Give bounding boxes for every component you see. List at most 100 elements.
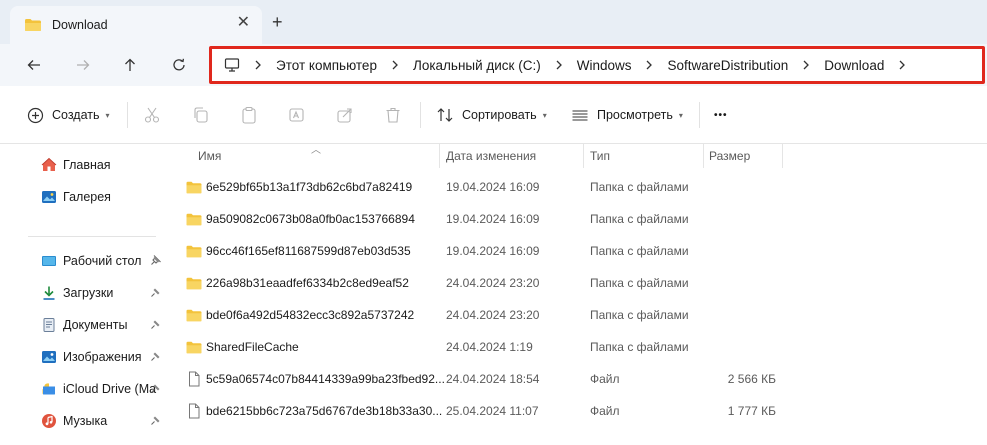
sort-ascending-icon: ︿	[311, 145, 321, 156]
pin-icon[interactable]	[150, 350, 162, 365]
chevron-right-icon[interactable]	[898, 60, 906, 70]
file-date: 19.04.2024 16:09	[446, 212, 540, 226]
sidebar-item-documents[interactable]: Документы	[0, 311, 170, 339]
file-date: 24.04.2024 23:20	[446, 308, 540, 322]
sidebar-item-label: iCloud Drive (Ma	[63, 382, 157, 396]
arrow-up-icon	[125, 58, 135, 71]
sidebar-item-home[interactable]: Главная	[0, 151, 170, 179]
monitor-icon[interactable]	[224, 57, 240, 73]
file-date: 25.04.2024 11:07	[446, 404, 539, 418]
back-button[interactable]	[21, 52, 47, 78]
breadcrumb-this-pc[interactable]: Этот компьютер	[276, 58, 377, 73]
view-button[interactable]: Просмотреть ▾	[571, 103, 683, 127]
copy-button[interactable]	[192, 103, 210, 127]
download-icon	[41, 285, 57, 301]
chevron-right-icon[interactable]	[254, 60, 262, 70]
table-row[interactable]: bde6215bb6c723a75d6767de3b18b33a30... 25…	[176, 395, 987, 427]
breadcrumb-download[interactable]: Download	[824, 58, 884, 73]
cut-button[interactable]	[143, 103, 161, 127]
table-row[interactable]: 6e529bf65b13a1f73db62c6bd7a82419 19.04.2…	[176, 171, 987, 203]
file-type: Папка с файлами	[590, 180, 689, 194]
up-button[interactable]	[117, 52, 143, 78]
file-size	[676, 235, 776, 267]
breadcrumb-softwaredistribution[interactable]: SoftwareDistribution	[667, 58, 788, 73]
file-type: Папка с файлами	[590, 340, 689, 354]
pin-icon[interactable]	[150, 254, 162, 269]
table-row[interactable]: 96cc46f165ef811687599d87eb03d535 19.04.2…	[176, 235, 987, 267]
forward-button[interactable]	[70, 52, 96, 78]
sidebar-item-pictures[interactable]: Изображения	[0, 343, 170, 371]
file-date: 24.04.2024 1:19	[446, 340, 533, 354]
sidebar-item-gallery[interactable]: Галерея	[0, 183, 170, 211]
file-list: ︿ Имя Дата изменения Тип Размер 6e529bf6…	[176, 144, 987, 445]
sidebar-item-downloads[interactable]: Загрузки	[0, 279, 170, 307]
column-divider[interactable]	[782, 144, 783, 168]
file-size	[676, 171, 776, 203]
sidebar-item-label: Загрузки	[63, 286, 114, 300]
clipboard-icon	[242, 106, 256, 124]
column-header-name[interactable]: Имя	[198, 144, 221, 168]
column-divider[interactable]	[439, 144, 440, 168]
folder-icon	[186, 339, 204, 355]
sidebar-item-desktop[interactable]: Рабочий стол	[0, 247, 170, 275]
column-header-size[interactable]: Размер	[709, 144, 750, 168]
file-type: Файл	[590, 372, 620, 386]
chevron-right-icon[interactable]	[645, 60, 653, 70]
file-name-cell: 226a98b31eaadfef6334b2c8ed9eaf52	[186, 267, 409, 299]
sidebar-item-music[interactable]: Музыка	[0, 407, 170, 435]
address-bar[interactable]: Этот компьютер Локальный диск (C:) Windo…	[209, 46, 985, 84]
breadcrumb-windows[interactable]: Windows	[577, 58, 632, 73]
file-name: 5c59a06574c07b84414339a99ba23fbed92...	[206, 372, 445, 386]
file-date: 24.04.2024 23:20	[446, 276, 540, 290]
copy-icon	[194, 107, 208, 123]
pin-icon[interactable]	[150, 286, 162, 301]
delete-button[interactable]	[384, 103, 402, 127]
refresh-button[interactable]	[166, 52, 192, 78]
table-row[interactable]: 9a509082c0673b08a0fb0ac153766894 19.04.2…	[176, 203, 987, 235]
pin-icon[interactable]	[150, 318, 162, 333]
file-type: Папка с файлами	[590, 244, 689, 258]
sidebar-item-label: Документы	[63, 318, 128, 332]
share-button[interactable]	[336, 103, 354, 127]
pictures-icon	[41, 349, 57, 365]
column-divider[interactable]	[703, 144, 704, 168]
column-header-date[interactable]: Дата изменения	[446, 144, 536, 168]
file-name-cell: SharedFileCache	[186, 331, 299, 363]
chevron-right-icon[interactable]	[391, 60, 399, 70]
divider	[699, 102, 700, 128]
view-list-icon	[572, 110, 588, 121]
file-date: 19.04.2024 16:09	[446, 244, 540, 258]
file-name: 6e529bf65b13a1f73db62c6bd7a82419	[206, 180, 413, 194]
share-icon	[337, 108, 352, 123]
arrow-right-icon	[77, 60, 90, 70]
rename-button[interactable]	[288, 103, 306, 127]
table-row[interactable]: 5c59a06574c07b84414339a99ba23fbed92... 2…	[176, 363, 987, 395]
navigation-bar: Этот компьютер Локальный диск (C:) Windo…	[0, 44, 987, 86]
table-row[interactable]: SharedFileCache 24.04.2024 1:19 Папка с …	[176, 331, 987, 363]
chevron-right-icon[interactable]	[802, 60, 810, 70]
file-name: 9a509082c0673b08a0fb0ac153766894	[206, 212, 415, 226]
file-size: 1 777 КБ	[727, 404, 776, 418]
column-header-type[interactable]: Тип	[590, 144, 610, 168]
file-type: Файл	[590, 404, 620, 418]
music-icon	[41, 413, 57, 429]
new-button[interactable]: Создать ▾	[27, 103, 110, 127]
sidebar-item-icloud-drive[interactable]: iCloud Drive (Ma	[0, 375, 170, 403]
more-options-button[interactable]: •••	[714, 103, 728, 127]
table-row[interactable]: 226a98b31eaadfef6334b2c8ed9eaf52 24.04.2…	[176, 267, 987, 299]
chevron-right-icon[interactable]	[555, 60, 563, 70]
new-tab-button[interactable]: +	[272, 13, 283, 31]
pin-icon[interactable]	[150, 382, 162, 397]
file-date: 19.04.2024 16:09	[446, 180, 540, 194]
tab-close-button[interactable]: ✕	[237, 15, 250, 31]
tab-download[interactable]: Download ✕	[10, 6, 262, 44]
folder-icon	[186, 211, 204, 227]
table-row[interactable]: bde0f6a492d54832ecc3c892a5737242 24.04.2…	[176, 299, 987, 331]
sort-button[interactable]: Сортировать ▾	[436, 103, 547, 127]
paste-button[interactable]	[240, 103, 258, 127]
file-type: Папка с файлами	[590, 276, 689, 290]
pin-icon[interactable]	[150, 414, 162, 429]
breadcrumb-local-disk[interactable]: Локальный диск (C:)	[413, 58, 541, 73]
folder-icon	[24, 18, 42, 32]
column-divider[interactable]	[583, 144, 584, 168]
